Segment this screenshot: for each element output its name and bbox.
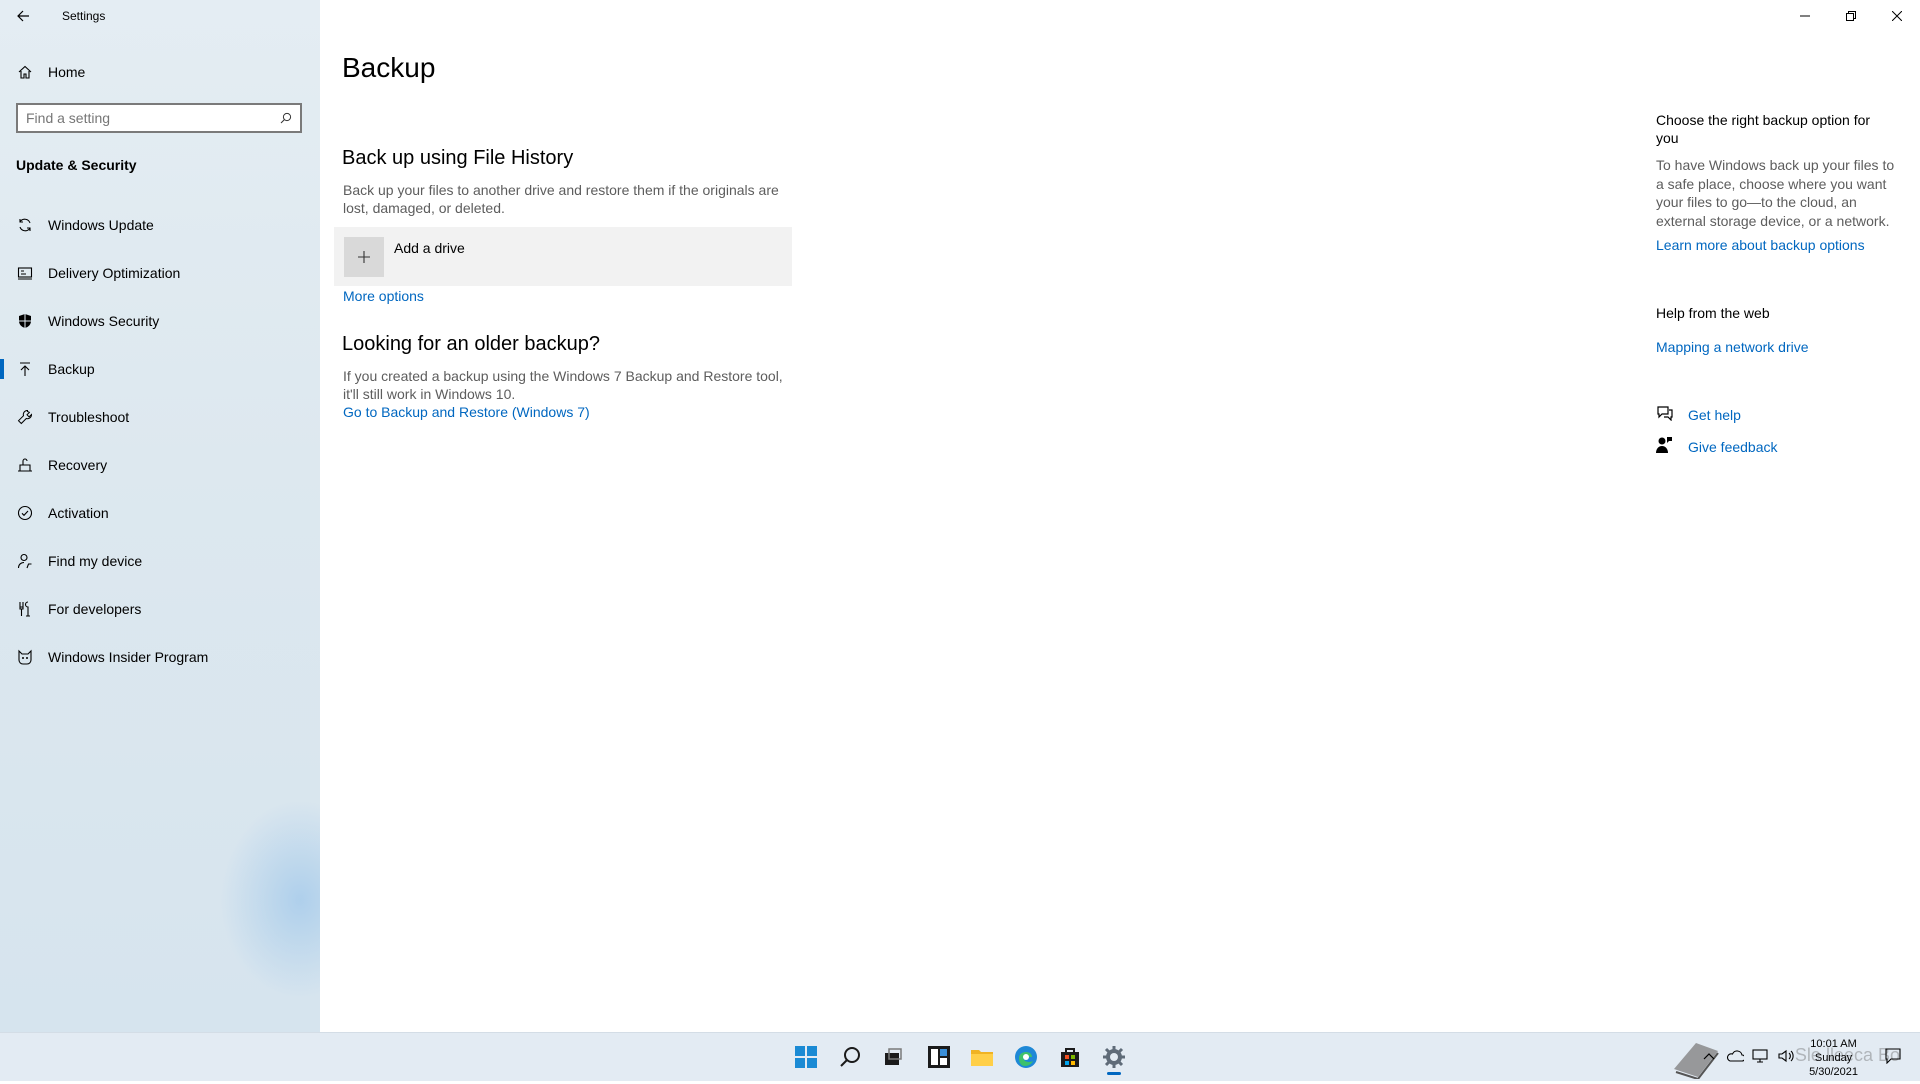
home-icon bbox=[14, 64, 36, 80]
onedrive-icon[interactable] bbox=[1726, 1047, 1744, 1065]
older-backup-heading: Looking for an older backup? bbox=[342, 333, 600, 355]
sidebar-item-label: Windows Update bbox=[48, 217, 154, 233]
task-view-icon[interactable] bbox=[875, 1039, 911, 1075]
sidebar-item-label: Activation bbox=[48, 505, 109, 521]
store-icon[interactable] bbox=[1052, 1039, 1088, 1075]
search-input[interactable]: Find a setting bbox=[26, 110, 110, 126]
window-controls bbox=[1782, 0, 1920, 32]
check-circle-icon bbox=[14, 505, 36, 521]
sidebar-item-find-my-device[interactable]: Find my device bbox=[0, 541, 320, 581]
shield-icon bbox=[14, 313, 36, 329]
choose-backup-text: To have Windows back up your files to a … bbox=[1656, 157, 1895, 229]
add-drive-button[interactable]: Add a drive bbox=[334, 227, 792, 286]
close-button[interactable] bbox=[1874, 0, 1920, 32]
developer-tools-icon bbox=[14, 601, 36, 617]
sidebar-item-label: Home bbox=[48, 64, 86, 80]
taskbar: Sle lleeca Bo 10:01 AM Sunday 5/30/2021 bbox=[0, 1032, 1920, 1081]
sidebar-item-for-developers[interactable]: For developers bbox=[0, 589, 320, 629]
taskbar-clock[interactable]: 10:01 AM Sunday 5/30/2021 bbox=[1809, 1037, 1858, 1079]
help-from-web-title: Help from the web bbox=[1656, 305, 1770, 321]
file-history-description: Back up your files to another drive and … bbox=[343, 182, 779, 216]
minimize-button[interactable] bbox=[1782, 0, 1828, 32]
sidebar-item-label: Recovery bbox=[48, 457, 108, 473]
sidebar-item-label: Troubleshoot bbox=[48, 409, 130, 425]
sidebar-item-windows-update[interactable]: Windows Update bbox=[0, 205, 320, 245]
get-help-link[interactable]: Get help bbox=[1688, 407, 1741, 423]
restore-icon bbox=[1846, 11, 1856, 21]
give-feedback-link[interactable]: Give feedback bbox=[1688, 439, 1778, 455]
recovery-icon bbox=[14, 457, 36, 473]
file-history-heading: Back up using File History bbox=[342, 147, 574, 169]
sidebar-item-label: For developers bbox=[48, 601, 142, 617]
get-help-row[interactable]: Get help bbox=[1656, 405, 1896, 424]
sidebar-item-recovery[interactable]: Recovery bbox=[0, 445, 320, 485]
backup-upload-icon bbox=[14, 361, 36, 377]
back-button[interactable] bbox=[0, 0, 46, 32]
clock-time: 10:01 AM bbox=[1810, 1038, 1857, 1050]
sidebar-item-activation[interactable]: Activation bbox=[0, 493, 320, 533]
sidebar-item-label: Find my device bbox=[48, 553, 143, 569]
edge-icon[interactable] bbox=[1008, 1039, 1044, 1075]
app-title: Settings bbox=[62, 9, 106, 23]
older-backup-description: If you created a backup using the Window… bbox=[343, 368, 783, 402]
insider-cat-icon bbox=[14, 649, 36, 665]
sidebar-item-label: Backup bbox=[48, 361, 95, 377]
sidebar: Settings Home Find a setting Update & Se… bbox=[0, 0, 320, 1032]
feedback-person-icon bbox=[1656, 436, 1688, 457]
minimize-icon bbox=[1800, 15, 1810, 17]
search-icon[interactable] bbox=[832, 1039, 868, 1075]
search-box[interactable]: Find a setting bbox=[16, 103, 302, 133]
sidebar-item-label: Windows Insider Program bbox=[48, 649, 209, 665]
sidebar-item-label: Windows Security bbox=[48, 313, 160, 329]
volume-icon[interactable] bbox=[1778, 1047, 1796, 1065]
learn-more-link[interactable]: Learn more about backup options bbox=[1656, 237, 1896, 253]
widgets-icon[interactable] bbox=[921, 1039, 957, 1075]
give-feedback-row[interactable]: Give feedback bbox=[1656, 436, 1896, 457]
section-title: Update & Security bbox=[16, 157, 137, 173]
show-hidden-icons-icon[interactable] bbox=[1700, 1047, 1718, 1065]
back-arrow-icon bbox=[17, 10, 29, 22]
sidebar-item-windows-security[interactable]: Windows Security bbox=[0, 301, 320, 341]
sync-icon bbox=[14, 217, 36, 233]
more-options-link[interactable]: More options bbox=[343, 288, 424, 304]
file-explorer-icon[interactable] bbox=[964, 1039, 1000, 1075]
sidebar-item-troubleshoot[interactable]: Troubleshoot bbox=[0, 397, 320, 437]
sidebar-item-label: Delivery Optimization bbox=[48, 265, 181, 281]
network-icon[interactable] bbox=[1752, 1047, 1770, 1065]
sidebar-item-home[interactable]: Home bbox=[0, 52, 320, 92]
clock-date: 5/30/2021 bbox=[1809, 1066, 1858, 1078]
page-title: Backup bbox=[342, 52, 436, 83]
delivery-optimization-icon bbox=[14, 265, 36, 281]
sidebar-glow bbox=[220, 800, 320, 1000]
person-location-icon bbox=[14, 553, 36, 569]
notification-center-icon[interactable] bbox=[1884, 1047, 1902, 1065]
plus-icon bbox=[344, 237, 384, 277]
titlebar-left: Settings bbox=[0, 0, 105, 32]
choose-backup-title: Choose the right backup option for you bbox=[1656, 112, 1871, 146]
close-icon bbox=[1892, 11, 1902, 21]
wrench-icon bbox=[14, 409, 36, 425]
sidebar-item-windows-insider-program[interactable]: Windows Insider Program bbox=[0, 637, 320, 677]
add-drive-label: Add a drive bbox=[394, 240, 465, 256]
mapping-network-drive-link[interactable]: Mapping a network drive bbox=[1656, 339, 1896, 355]
get-help-icon bbox=[1656, 405, 1688, 424]
start-icon[interactable] bbox=[788, 1039, 824, 1075]
search-icon bbox=[280, 112, 292, 124]
backup-restore-windows7-link[interactable]: Go to Backup and Restore (Windows 7) bbox=[343, 404, 590, 420]
clock-day: Sunday bbox=[1814, 1052, 1853, 1064]
sidebar-item-backup[interactable]: Backup bbox=[0, 349, 320, 389]
restore-button[interactable] bbox=[1828, 0, 1874, 32]
sidebar-item-delivery-optimization[interactable]: Delivery Optimization bbox=[0, 253, 320, 293]
settings-gear-icon[interactable] bbox=[1096, 1039, 1132, 1075]
